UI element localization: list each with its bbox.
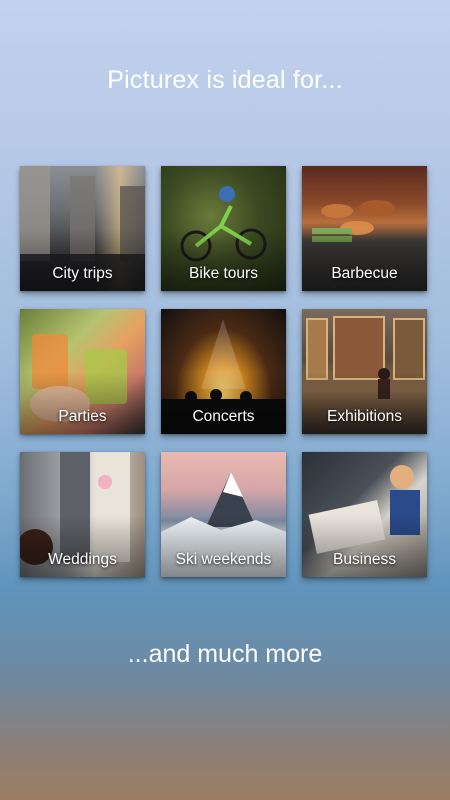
tile-label: Bike tours: [189, 265, 258, 282]
tile-label: Ski weekends: [175, 551, 272, 568]
tile-bike-tours[interactable]: Bike tours: [161, 166, 286, 291]
tile-label: City trips: [52, 265, 113, 282]
tile-label: Parties: [58, 408, 107, 425]
tile-label: Barbecue: [331, 265, 398, 282]
headline: Picturex is ideal for...: [107, 66, 343, 94]
tile-label: Business: [333, 551, 396, 568]
tile-city-trips[interactable]: City trips: [20, 166, 145, 291]
tile-barbecue[interactable]: Barbecue: [302, 166, 427, 291]
tile-parties[interactable]: Parties: [20, 309, 145, 434]
tile-ski-weekends[interactable]: Ski weekends: [161, 452, 286, 577]
tile-exhibitions[interactable]: Exhibitions: [302, 309, 427, 434]
tile-weddings[interactable]: Weddings: [20, 452, 145, 577]
tile-label: Weddings: [48, 551, 117, 568]
tile-label: Exhibitions: [327, 408, 402, 425]
footer-text: ...and much more: [127, 640, 323, 668]
tile-concerts[interactable]: Concerts: [161, 309, 286, 434]
category-grid: City trips Bike tours Barbecue Parties C…: [20, 166, 428, 577]
tile-business[interactable]: Business: [302, 452, 427, 577]
tile-label: Concerts: [192, 408, 255, 425]
